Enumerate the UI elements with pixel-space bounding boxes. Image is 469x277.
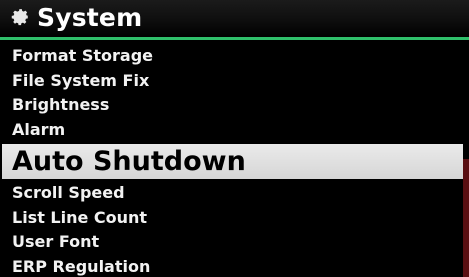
page-title: System: [37, 3, 143, 32]
menu-item-alarm[interactable]: Alarm: [0, 118, 469, 143]
menu-item-brightness[interactable]: Brightness: [0, 93, 469, 118]
menu-item-erp-regulation[interactable]: ERP Regulation: [0, 255, 469, 277]
menu-item-scroll-speed[interactable]: Scroll Speed: [0, 181, 469, 206]
menu-item-file-system-fix[interactable]: File System Fix: [0, 69, 469, 94]
title-bar: System: [0, 0, 469, 40]
gear-icon: [11, 9, 29, 26]
menu-item-user-font[interactable]: User Font: [0, 230, 469, 255]
menu-item-format-storage[interactable]: Format Storage: [0, 44, 469, 69]
settings-menu-list: Format Storage File System Fix Brightnes…: [0, 44, 469, 277]
menu-item-list-line-count[interactable]: List Line Count: [0, 206, 469, 231]
system-menu-screen: System Format Storage File System Fix Br…: [0, 0, 469, 277]
scroll-indicator: [463, 159, 469, 277]
menu-item-auto-shutdown[interactable]: Auto Shutdown: [2, 144, 463, 179]
